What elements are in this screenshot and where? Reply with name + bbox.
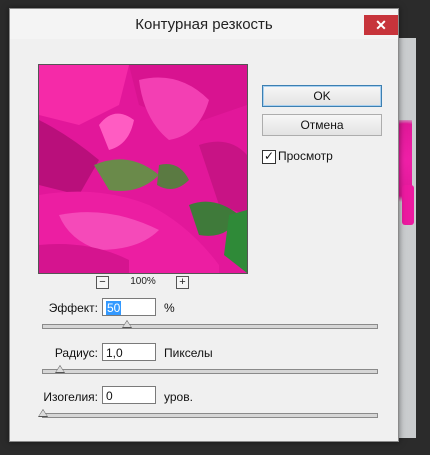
- radius-slider-thumb[interactable]: [54, 365, 65, 373]
- amount-unit: %: [164, 301, 175, 315]
- rose-preview-graphic: [39, 65, 247, 273]
- zoom-level: 100%: [130, 276, 156, 287]
- threshold-slider[interactable]: [38, 409, 378, 418]
- amount-value: 50: [106, 301, 122, 315]
- preview-image[interactable]: [38, 64, 248, 274]
- dialog-body: − 100% + OK Отмена ✓ Просмотр Эффект: 50…: [10, 39, 398, 441]
- amount-slider[interactable]: [42, 320, 378, 329]
- zoom-out-button[interactable]: −: [96, 276, 109, 289]
- zoom-in-button[interactable]: +: [176, 276, 189, 289]
- ok-button[interactable]: OK: [262, 85, 382, 107]
- threshold-slider-thumb[interactable]: [38, 409, 48, 417]
- dialog-title: Контурная резкость: [135, 16, 273, 33]
- canvas-image-edge: [402, 185, 414, 225]
- threshold-unit: уров.: [164, 390, 193, 404]
- amount-slider-thumb[interactable]: [121, 320, 132, 328]
- close-button[interactable]: ✕: [364, 15, 398, 35]
- radius-input[interactable]: 1,0: [102, 343, 156, 361]
- amount-label: Эффект:: [48, 301, 98, 315]
- radius-slider[interactable]: [42, 365, 378, 374]
- preview-checkbox[interactable]: ✓: [262, 150, 276, 164]
- amount-input[interactable]: 50: [102, 298, 156, 316]
- preview-checkbox-label: Просмотр: [278, 149, 333, 163]
- zoom-controls: − 100% +: [38, 276, 248, 292]
- unsharp-mask-dialog: Контурная резкость ✕ − 100% + OK Отмена …: [9, 8, 399, 442]
- radius-unit: Пикселы: [164, 346, 213, 360]
- radius-label: Радиус:: [54, 346, 98, 360]
- threshold-label: Изогелия:: [43, 390, 98, 404]
- cancel-button[interactable]: Отмена: [262, 114, 382, 136]
- title-bar[interactable]: Контурная резкость ✕: [10, 9, 398, 39]
- threshold-input[interactable]: 0: [102, 386, 156, 404]
